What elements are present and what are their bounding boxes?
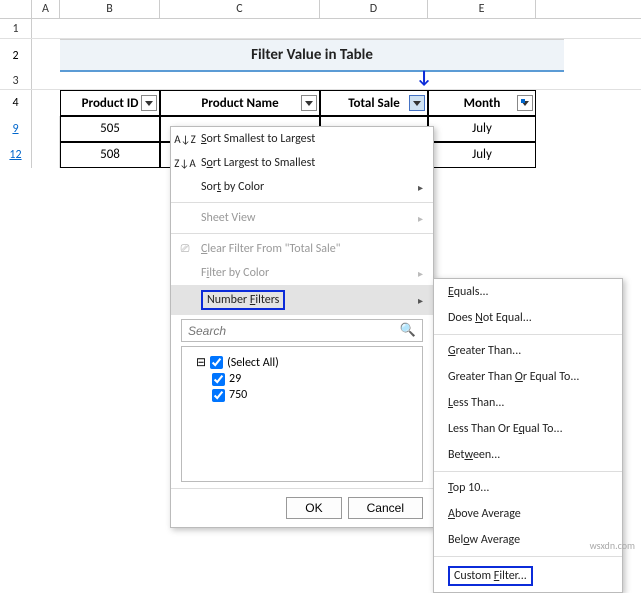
row-header-4[interactable]: 4 [0, 90, 32, 116]
gte-label: Greater Than Or Equal To... [448, 370, 579, 384]
row-header-1[interactable]: 1 [0, 19, 32, 38]
th-product-id-label: Product ID [82, 96, 139, 111]
menu-separator [171, 233, 433, 234]
number-filters-label: Number Filters [201, 290, 285, 310]
option-750-label: 750 [229, 388, 247, 402]
menu-separator [171, 202, 433, 203]
select-all-checkbox[interactable] [210, 356, 223, 369]
row-1: 1 [0, 19, 641, 39]
sort-asc-label: Sort Smallest to Largest [201, 132, 315, 146]
cell-product-id[interactable]: 508 [60, 142, 160, 168]
filter-button-total-sale[interactable] [409, 95, 425, 111]
sheet-view-label: Sheet View [201, 211, 255, 225]
top10-label: Top 10... [448, 481, 489, 495]
search-box[interactable]: 🔍 [181, 319, 423, 342]
column-headers: A B C D E [0, 0, 641, 19]
filter-by-color: Filter by Color [171, 261, 433, 285]
not-equal-label: Does Not Equal... [448, 311, 532, 325]
cell-product-id[interactable]: 505 [60, 116, 160, 142]
search-icon: 🔍 [400, 323, 416, 338]
select-all-cell[interactable] [0, 0, 32, 18]
sort-desc-icon: Z↓A [177, 155, 193, 171]
filter-equals[interactable]: Equals... [434, 279, 622, 305]
filter-between[interactable]: Between... [434, 442, 622, 468]
filter-by-color-label: Filter by Color [201, 266, 269, 280]
lte-label: Less Than Or Equal To... [448, 422, 563, 436]
filter-dropdown: A↓Z Sort Smallest to Largest Z↓A Sort La… [170, 126, 434, 528]
filter-greater-than-or-equal[interactable]: Greater Than Or Equal To... [434, 364, 622, 390]
above-avg-label: Above Average [448, 507, 521, 521]
th-total-sale-label: Total Sale [348, 96, 400, 111]
cancel-button[interactable]: Cancel [348, 497, 423, 519]
cell-month[interactable]: July [428, 142, 536, 168]
col-header-e[interactable]: E [428, 0, 536, 18]
sort-asc-icon: A↓Z [177, 131, 193, 147]
row-header-12[interactable]: 12 [0, 142, 32, 168]
row-header-9[interactable]: 9 [0, 116, 32, 142]
lt-label: Less Than... [448, 396, 504, 410]
title-row: 2 Filter Value in Table [0, 39, 641, 72]
table-header-row: 4 Product ID Product Name Total Sale Mon… [0, 90, 641, 116]
row-header-2[interactable]: 2 [0, 39, 32, 72]
row-3: 3 [0, 72, 641, 90]
row-header-3[interactable]: 3 [0, 72, 32, 89]
filter-button-product-name[interactable] [301, 95, 317, 111]
th-month: Month [428, 90, 536, 116]
between-label: Between... [448, 448, 500, 462]
filter-option-750[interactable]: 750 [212, 388, 416, 402]
button-row: OK Cancel [171, 488, 433, 527]
cell-month[interactable]: July [428, 116, 536, 142]
select-all-label: (Select All) [227, 356, 279, 370]
filter-above-average[interactable]: Above Average [434, 501, 622, 527]
number-filters[interactable]: Number Filters [171, 285, 433, 315]
col-header-c[interactable]: C [160, 0, 320, 18]
filter-top-10[interactable]: Top 10... [434, 475, 622, 501]
clear-filter-label: Clear Filter From "Total Sale" [201, 242, 341, 256]
select-all-option[interactable]: ⊟ (Select All) [196, 355, 416, 370]
filter-less-than-or-equal[interactable]: Less Than Or Equal To... [434, 416, 622, 442]
checkbox-750[interactable] [212, 389, 225, 402]
ok-button[interactable]: OK [286, 497, 341, 519]
th-total-sale: Total Sale [320, 90, 428, 116]
col-header-d[interactable]: D [320, 0, 428, 18]
sort-by-color[interactable]: Sort by Color [171, 175, 433, 199]
menu-separator [434, 556, 622, 557]
sort-by-color-label: Sort by Color [201, 180, 264, 194]
sort-descending[interactable]: Z↓A Sort Largest to Smallest [171, 151, 433, 175]
gt-label: Greater Than... [448, 344, 521, 358]
arrow-annotation [416, 66, 432, 88]
col-header-a[interactable]: A [32, 0, 60, 18]
filter-values-tree[interactable]: ⊟ (Select All) 29 750 [181, 346, 423, 482]
sort-desc-label: Sort Largest to Smallest [201, 156, 315, 170]
filter-greater-than[interactable]: Greater Than... [434, 338, 622, 364]
th-product-id: Product ID [60, 90, 160, 116]
th-product-name: Product Name [160, 90, 320, 116]
option-29-label: 29 [229, 372, 241, 386]
menu-separator [434, 471, 622, 472]
sheet-view: Sheet View [171, 206, 433, 230]
clear-filter-icon: ⎚ [177, 241, 193, 257]
filter-not-equal[interactable]: Does Not Equal... [434, 305, 622, 331]
filter-option-29[interactable]: 29 [212, 372, 416, 386]
th-month-label: Month [464, 96, 501, 111]
filter-button-product-id[interactable] [141, 95, 157, 111]
filter-custom[interactable]: Custom Filter... [434, 560, 622, 592]
page-title: Filter Value in Table [60, 39, 564, 72]
sort-ascending[interactable]: A↓Z Sort Smallest to Largest [171, 127, 433, 151]
clear-filter: ⎚ Clear Filter From "Total Sale" [171, 237, 433, 261]
filter-button-month[interactable] [517, 95, 533, 111]
col-header-b[interactable]: B [60, 0, 160, 18]
search-input[interactable] [188, 324, 400, 338]
checkbox-29[interactable] [212, 373, 225, 386]
below-avg-label: Below Average [448, 533, 520, 547]
watermark: wsxdn.com [590, 539, 635, 552]
collapse-icon[interactable]: ⊟ [196, 355, 206, 370]
custom-filter-label: Custom Filter... [448, 566, 533, 586]
menu-separator [434, 334, 622, 335]
filter-less-than[interactable]: Less Than... [434, 390, 622, 416]
equals-label: Equals... [448, 285, 489, 299]
th-product-name-label: Product Name [201, 96, 278, 111]
